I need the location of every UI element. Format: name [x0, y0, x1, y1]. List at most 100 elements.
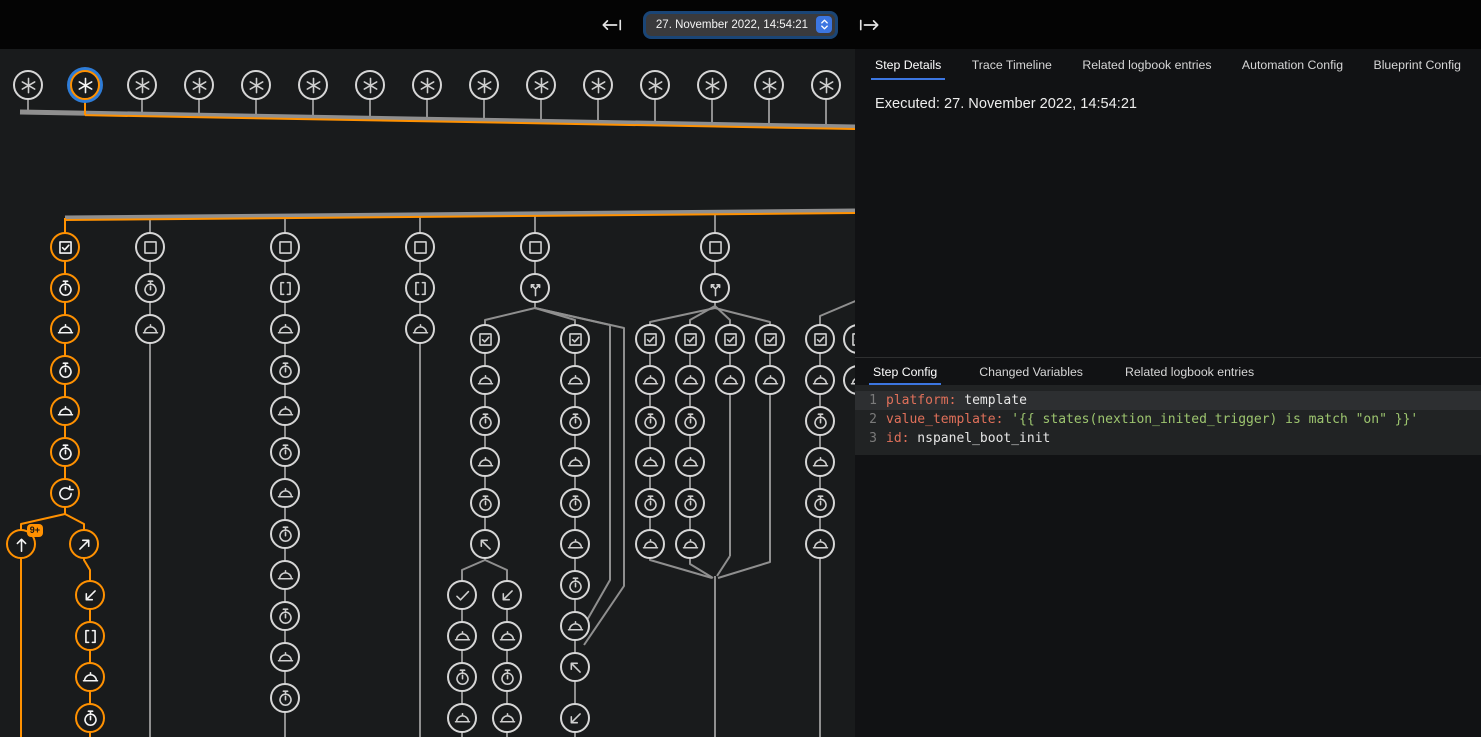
trace-node-dome[interactable]	[560, 447, 590, 477]
trace-node-timer[interactable]	[50, 437, 80, 467]
trace-node-timer[interactable]	[560, 570, 590, 600]
tab-trace-timeline[interactable]: Trace Timeline	[964, 49, 1060, 80]
trace-node-timer[interactable]	[560, 488, 590, 518]
trace-node-arrow-top-right[interactable]	[69, 529, 99, 559]
trace-node-dome[interactable]	[405, 314, 435, 344]
trace-node-dome[interactable]	[843, 365, 855, 395]
trace-node-asterisk[interactable]	[127, 70, 157, 100]
tab-changed-variables[interactable]: Changed Variables	[971, 358, 1091, 385]
trace-node-asterisk[interactable]	[184, 70, 214, 100]
trace-node-timer[interactable]	[470, 406, 500, 436]
trace-node-dome[interactable]	[805, 529, 835, 559]
trace-node-timer[interactable]	[560, 406, 590, 436]
trace-node-square[interactable]	[270, 232, 300, 262]
trace-node-timer[interactable]	[635, 406, 665, 436]
trace-node-checkbox[interactable]	[635, 324, 665, 354]
trace-node-square[interactable]	[405, 232, 435, 262]
trace-node-dome[interactable]	[805, 447, 835, 477]
trace-node-timer[interactable]	[75, 703, 105, 733]
trace-node-asterisk[interactable]	[469, 70, 499, 100]
trace-node-square[interactable]	[135, 232, 165, 262]
trace-node-timer[interactable]	[805, 406, 835, 436]
trace-node-checkbox[interactable]	[843, 324, 855, 354]
trace-node-asterisk[interactable]	[412, 70, 442, 100]
trace-node-timer[interactable]	[135, 273, 165, 303]
trace-node-arrow-bottom-left[interactable]	[492, 580, 522, 610]
trace-node-dome[interactable]	[675, 447, 705, 477]
trace-node-dome[interactable]	[560, 365, 590, 395]
trace-node-checkbox[interactable]	[50, 232, 80, 262]
trace-node-timer[interactable]	[470, 488, 500, 518]
trace-node-arrow-up[interactable]: 9+	[6, 529, 36, 559]
trace-node-square[interactable]	[700, 232, 730, 262]
trace-node-asterisk[interactable]	[640, 70, 670, 100]
trace-node-dome[interactable]	[50, 314, 80, 344]
trace-node-dome[interactable]	[805, 365, 835, 395]
trace-node-dome[interactable]	[75, 662, 105, 692]
trace-node-timer[interactable]	[270, 683, 300, 713]
trace-node-timer[interactable]	[805, 488, 835, 518]
trace-node-checkbox[interactable]	[470, 324, 500, 354]
trace-node-checkbox[interactable]	[715, 324, 745, 354]
trace-node-dome[interactable]	[447, 703, 477, 733]
trace-node-timer[interactable]	[270, 437, 300, 467]
trace-node-asterisk[interactable]	[241, 70, 271, 100]
tab-blueprint-config[interactable]: Blueprint Config	[1366, 49, 1470, 80]
trace-node-timer[interactable]	[492, 662, 522, 692]
trace-node-brackets[interactable]	[75, 621, 105, 651]
trace-node-checkbox[interactable]	[805, 324, 835, 354]
trace-node-timer[interactable]	[50, 273, 80, 303]
trace-node-dome[interactable]	[270, 396, 300, 426]
trace-node-asterisk[interactable]	[754, 70, 784, 100]
tab-related-logbook-entries[interactable]: Related logbook entries	[1117, 358, 1262, 385]
trace-node-timer[interactable]	[635, 488, 665, 518]
trace-node-dome[interactable]	[270, 314, 300, 344]
trace-node-dome[interactable]	[560, 529, 590, 559]
trace-node-timer[interactable]	[270, 519, 300, 549]
trace-node-square[interactable]	[520, 232, 550, 262]
trace-node-timer[interactable]	[447, 662, 477, 692]
run-select[interactable]: 27. November 2022, 14:54:21	[646, 14, 835, 36]
trace-node-asterisk[interactable]	[70, 70, 100, 100]
trace-node-checkbox[interactable]	[675, 324, 705, 354]
trace-node-arrow-bottom-left[interactable]	[560, 703, 590, 733]
previous-run-button[interactable]	[598, 11, 626, 39]
trace-node-asterisk[interactable]	[13, 70, 43, 100]
trace-node-dome[interactable]	[270, 560, 300, 590]
trace-node-dome[interactable]	[560, 611, 590, 641]
tab-automation-config[interactable]: Automation Config	[1234, 49, 1351, 80]
trace-node-asterisk[interactable]	[811, 70, 841, 100]
trace-node-dome[interactable]	[135, 314, 165, 344]
trace-node-dome[interactable]	[755, 365, 785, 395]
trace-node-arrow-top-left[interactable]	[560, 652, 590, 682]
trace-node-check[interactable]	[447, 580, 477, 610]
trace-node-dome[interactable]	[492, 703, 522, 733]
trace-node-dome[interactable]	[715, 365, 745, 395]
next-run-button[interactable]	[855, 11, 883, 39]
trace-node-checkbox[interactable]	[560, 324, 590, 354]
trace-node-dome[interactable]	[675, 365, 705, 395]
trace-node-timer[interactable]	[675, 406, 705, 436]
trace-node-dome[interactable]	[270, 478, 300, 508]
trace-node-timer[interactable]	[50, 355, 80, 385]
trace-node-dome[interactable]	[675, 529, 705, 559]
trace-node-brackets[interactable]	[270, 273, 300, 303]
trace-node-brackets[interactable]	[405, 273, 435, 303]
trace-node-choose[interactable]	[520, 273, 550, 303]
trace-node-asterisk[interactable]	[298, 70, 328, 100]
trace-node-dome[interactable]	[635, 529, 665, 559]
trace-node-dome[interactable]	[270, 642, 300, 672]
tab-step-details[interactable]: Step Details	[867, 49, 949, 80]
trace-node-asterisk[interactable]	[583, 70, 613, 100]
trace-node-timer[interactable]	[270, 601, 300, 631]
trace-node-dome[interactable]	[492, 621, 522, 651]
trace-node-asterisk[interactable]	[526, 70, 556, 100]
trace-node-repeat[interactable]	[50, 478, 80, 508]
trace-node-checkbox[interactable]	[755, 324, 785, 354]
tab-related-logbook-entries[interactable]: Related logbook entries	[1074, 49, 1219, 80]
trace-node-dome[interactable]	[635, 365, 665, 395]
trace-node-asterisk[interactable]	[697, 70, 727, 100]
trace-node-dome[interactable]	[470, 447, 500, 477]
trace-node-dome[interactable]	[635, 447, 665, 477]
trace-node-asterisk[interactable]	[355, 70, 385, 100]
